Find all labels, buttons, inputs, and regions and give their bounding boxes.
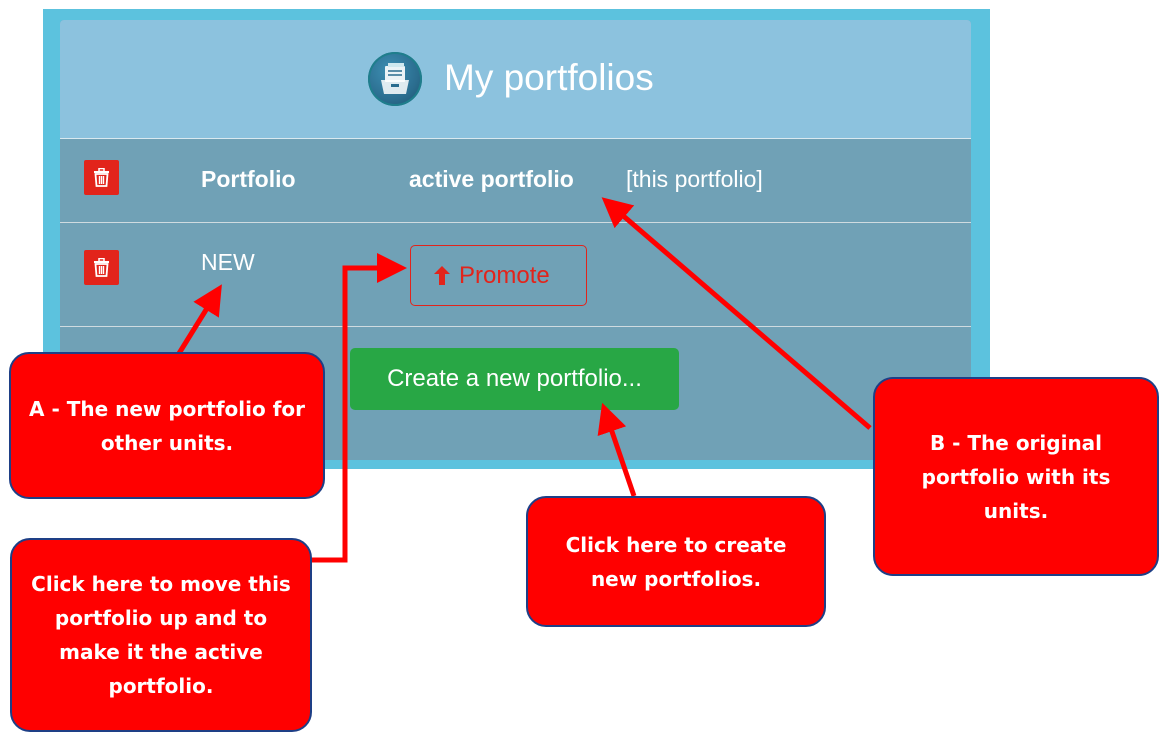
annotation-new-portfolio: A - The new portfolio for other units. bbox=[9, 352, 325, 499]
arrow-to-create-button bbox=[597, 402, 637, 497]
arrow-to-new-portfolio bbox=[175, 284, 222, 357]
arrow-to-active-portfolio bbox=[601, 197, 872, 430]
annotation-original-portfolio: B - The original portfolio with its unit… bbox=[873, 377, 1159, 576]
annotation-create: Click here to create new portfolios. bbox=[526, 496, 826, 627]
screenshot-stage: My portfolios Portfolio active portfolio… bbox=[0, 0, 1163, 733]
annotation-promote: Click here to move this portfolio up and… bbox=[10, 538, 312, 732]
